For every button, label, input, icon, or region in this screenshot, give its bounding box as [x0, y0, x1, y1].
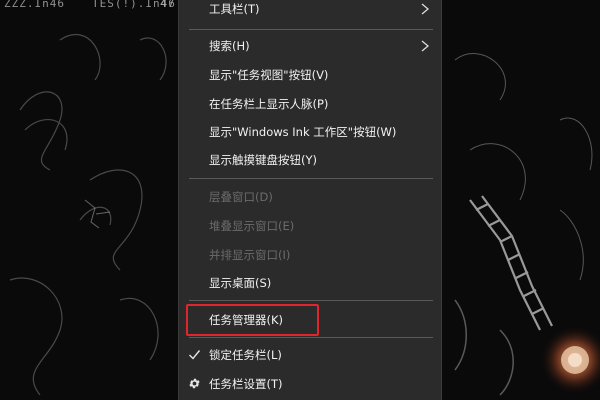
menu-item-label: 显示"Windows Ink 工作区"按钮(W) — [209, 125, 397, 139]
menu-item-label: 搜索(H) — [209, 39, 250, 53]
menu-item-show-task-view[interactable]: 显示"任务视图"按钮(V) — [179, 60, 441, 90]
menu-separator — [189, 337, 433, 338]
menu-item-taskbar-settings[interactable]: 任务栏设置(T) — [179, 369, 441, 399]
menu-item-show-touch-keyboard[interactable]: 显示触摸键盘按钮(Y) — [179, 145, 441, 175]
menu-item-show-people[interactable]: 在任务栏上显示人脉(P) — [179, 89, 441, 119]
menu-item-label: 显示桌面(S) — [209, 276, 272, 290]
menu-item-toolbars[interactable]: 工具栏(T) — [179, 0, 441, 24]
menu-item-label: 在任务栏上显示人脉(P) — [209, 97, 329, 111]
highlight-box — [186, 304, 319, 336]
taskbar-context-menu: 工具栏(T) 搜索(H) 显示"任务视图"按钮(V) 在任务栏上显示人脉(P) … — [178, 0, 442, 400]
menu-item-label: 工具栏(T) — [209, 2, 260, 16]
menu-item-label: 并排显示窗口(I) — [209, 248, 291, 262]
desktop-label: 47 — [160, 0, 176, 10]
checkmark-icon — [189, 350, 201, 360]
menu-item-lock-taskbar[interactable]: 锁定任务栏(L) — [179, 340, 441, 370]
gear-icon — [189, 378, 200, 389]
menu-separator — [189, 300, 433, 301]
menu-item-label: 任务栏设置(T) — [209, 377, 283, 391]
menu-item-show-windows-ink[interactable]: 显示"Windows Ink 工作区"按钮(W) — [179, 117, 441, 147]
menu-item-search[interactable]: 搜索(H) — [179, 31, 441, 61]
menu-separator — [189, 178, 433, 179]
menu-item-show-desktop[interactable]: 显示桌面(S) — [179, 268, 441, 298]
chevron-right-icon — [421, 40, 430, 52]
menu-item-label: 显示"任务视图"按钮(V) — [209, 68, 329, 82]
chevron-right-icon — [421, 3, 430, 15]
menu-item-stack-windows: 堆叠显示窗口(E) — [179, 211, 441, 241]
menu-item-side-by-side-windows: 并排显示窗口(I) — [179, 240, 441, 270]
menu-item-label: 锁定任务栏(L) — [209, 348, 282, 362]
desktop-label: ZZZ.In46 — [4, 0, 65, 10]
menu-item-label: 堆叠显示窗口(E) — [209, 219, 295, 233]
menu-separator — [189, 29, 433, 30]
menu-item-cascade-windows: 层叠窗口(D) — [179, 182, 441, 212]
menu-item-label: 层叠窗口(D) — [209, 190, 273, 204]
menu-item-label: 显示触摸键盘按钮(Y) — [209, 153, 317, 167]
